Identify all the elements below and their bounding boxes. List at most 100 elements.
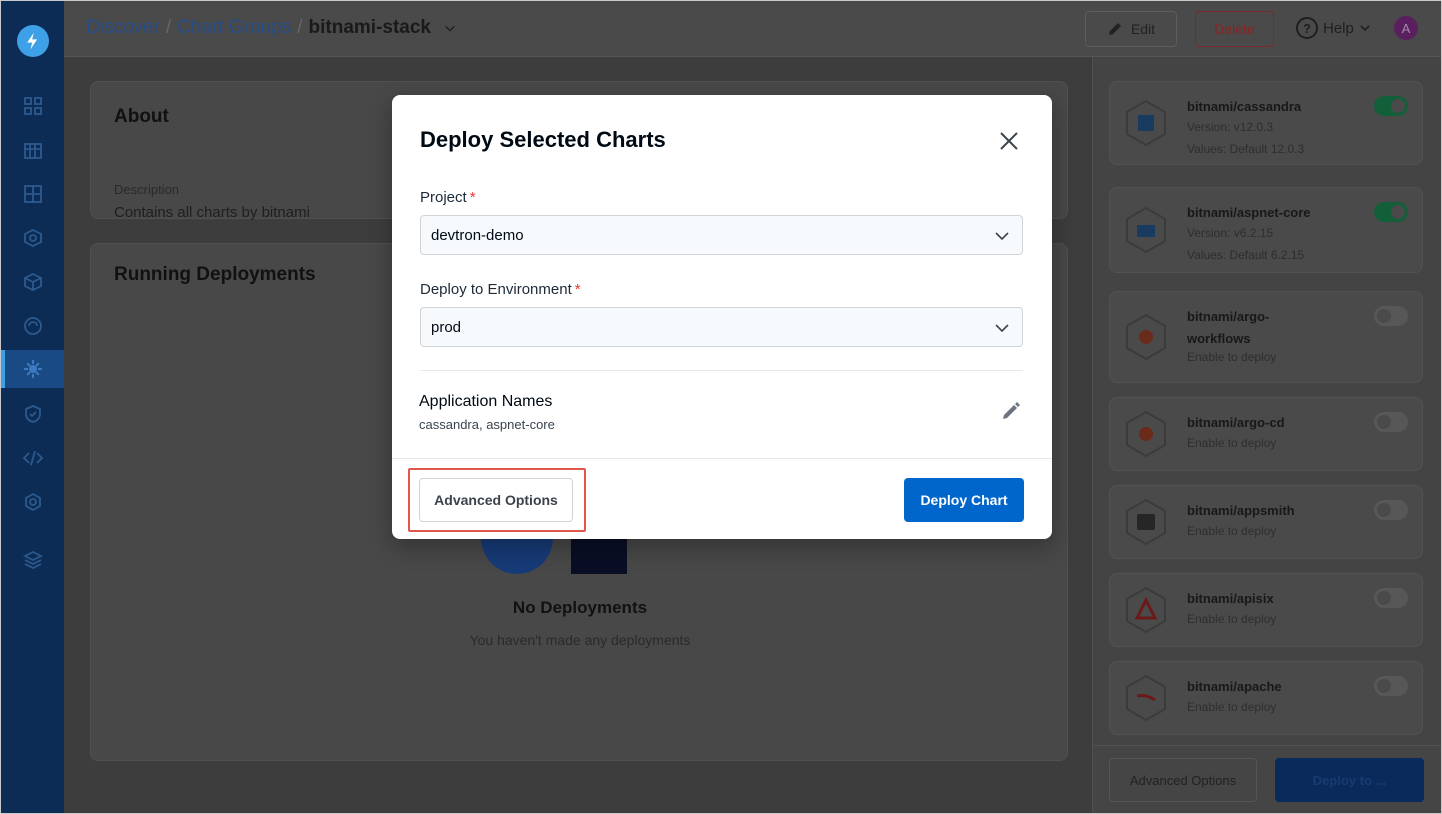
chart-enable-toggle[interactable] — [1374, 588, 1408, 608]
required-marker: * — [469, 189, 476, 206]
chevron-down-icon — [1360, 25, 1370, 32]
deploy-chart-button[interactable]: Deploy Chart — [904, 478, 1024, 522]
nav-code-icon[interactable] — [22, 447, 44, 469]
appsmith-icon — [1122, 496, 1170, 548]
help-icon: ? — [1296, 17, 1318, 39]
chart-hint: Enable to deploy — [1187, 524, 1277, 538]
application-names-value: cassandra, aspnet-core — [419, 417, 555, 432]
environment-select-value: prod — [431, 318, 462, 336]
chart-values[interactable]: Values: Default 6.2.15 — [1187, 248, 1304, 262]
argo-icon — [1122, 311, 1170, 363]
breadcrumb-chart-groups[interactable]: Chart Groups — [177, 17, 291, 39]
nav-charts-icon[interactable] — [22, 271, 44, 293]
delete-button-label: Delete — [1214, 21, 1255, 37]
chevron-down-icon — [995, 232, 1009, 241]
required-marker: * — [574, 281, 581, 298]
chart-enable-toggle[interactable] — [1374, 96, 1408, 116]
application-names-label: Application Names — [419, 393, 553, 410]
advanced-options-button[interactable]: Advanced Options — [419, 478, 573, 522]
breadcrumb-separator: / — [297, 17, 303, 38]
running-deployments-title: Running Deployments — [114, 264, 316, 285]
chart-card-argo-workflows[interactable]: bitnami/argo-workflows Enable to deploy — [1109, 291, 1423, 383]
nav-app-groups-icon[interactable] — [22, 183, 44, 205]
chart-name: bitnami/apisix — [1187, 591, 1274, 606]
chart-enable-toggle[interactable] — [1374, 202, 1408, 222]
project-label-text: Project — [420, 189, 467, 206]
delete-button[interactable]: Delete — [1195, 11, 1274, 47]
project-label: Project * — [420, 189, 476, 206]
chart-hint: Enable to deploy — [1187, 350, 1277, 364]
chart-version[interactable]: Version: v6.2.15 — [1187, 226, 1273, 240]
empty-state-subtitle: You haven't made any deployments — [469, 632, 691, 648]
chart-card-appsmith[interactable]: bitnami/appsmith Enable to deploy — [1109, 485, 1423, 559]
sidebar — [1, 1, 64, 813]
chart-card-cassandra[interactable]: bitnami/cassandra Version: v12.0.3 Value… — [1109, 81, 1423, 165]
pencil-icon[interactable] — [1000, 400, 1022, 422]
chart-name: bitnami/apache — [1187, 679, 1282, 694]
panel-footer: Advanced Options Deploy to ... — [1093, 745, 1441, 813]
breadcrumb-current: bitnami-stack — [308, 17, 431, 38]
modal-footer: Advanced Options Deploy Chart — [392, 458, 1052, 539]
chart-name: bitnami/cassandra — [1187, 99, 1302, 114]
chart-card-apache[interactable]: bitnami/apache Enable to deploy — [1109, 661, 1423, 735]
chart-enable-toggle[interactable] — [1374, 676, 1408, 696]
nav-apps-icon[interactable] — [22, 95, 44, 117]
selected-charts-panel: bitnami/cassandra Version: v12.0.3 Value… — [1092, 57, 1441, 813]
argo-icon — [1122, 408, 1170, 460]
edit-button-label: Edit — [1130, 21, 1156, 37]
app-window: Discover / Chart Groups / bitnami-stack … — [0, 0, 1442, 814]
panel-advanced-options-button[interactable]: Advanced Options — [1109, 758, 1257, 802]
nav-jobs-icon[interactable] — [22, 139, 44, 161]
environment-label-text: Deploy to Environment — [420, 281, 572, 298]
project-select[interactable]: devtron-demo — [420, 215, 1023, 255]
chart-hint: Enable to deploy — [1187, 436, 1277, 450]
nav-security-icon[interactable] — [22, 403, 44, 425]
chart-enable-toggle[interactable] — [1374, 500, 1408, 520]
chart-hint: Enable to deploy — [1187, 700, 1277, 714]
breadcrumb-discover[interactable]: Discover — [86, 17, 160, 39]
chevron-down-icon — [995, 324, 1009, 333]
chart-values[interactable]: Values: Default 12.0.3 — [1187, 142, 1304, 156]
panel-deploy-button[interactable]: Deploy to ... — [1275, 758, 1424, 802]
divider — [420, 370, 1023, 371]
nav-settings-icon[interactable] — [22, 358, 44, 380]
chart-name: bitnami/aspnet-core — [1187, 205, 1311, 220]
modal-title: Deploy Selected Charts — [420, 127, 666, 152]
cassandra-icon — [1122, 97, 1170, 149]
about-title: About — [114, 106, 169, 127]
deploy-selected-charts-modal: Deploy Selected Charts Project * devtron-… — [392, 95, 1052, 539]
breadcrumb: Discover / Chart Groups / bitnami-stack — [86, 17, 457, 39]
environment-label: Deploy to Environment * — [420, 281, 581, 298]
chart-enable-toggle[interactable] — [1374, 306, 1408, 326]
chart-hint: Enable to deploy — [1187, 612, 1277, 626]
nav-deployment-icon[interactable] — [22, 315, 44, 337]
description-value: Contains all charts by bitnami — [114, 204, 310, 221]
close-icon[interactable] — [998, 130, 1020, 152]
empty-state-title: No Deployments — [512, 598, 648, 617]
chart-card-aspnet-core[interactable]: bitnami/aspnet-core Version: v6.2.15 Val… — [1109, 187, 1423, 273]
briefcase-icon — [1122, 204, 1170, 256]
devtron-logo-icon[interactable] — [17, 25, 49, 57]
project-select-value: devtron-demo — [431, 226, 524, 244]
chart-name: bitnami/argo-cd — [1187, 415, 1285, 430]
nav-global-config-icon[interactable] — [22, 491, 44, 513]
nav-stack-icon[interactable] — [22, 549, 44, 571]
nav-resource-browser-icon[interactable] — [22, 227, 44, 249]
pencil-icon — [1108, 23, 1121, 35]
help-label: Help — [1323, 19, 1354, 37]
help-menu[interactable]: ? Help — [1296, 17, 1371, 39]
apache-icon — [1122, 672, 1170, 724]
chevron-down-icon[interactable] — [443, 21, 457, 35]
chart-name: bitnami/argo-workflows — [1187, 309, 1270, 346]
chart-enable-toggle[interactable] — [1374, 412, 1408, 432]
chart-card-argo-cd[interactable]: bitnami/argo-cd Enable to deploy — [1109, 397, 1423, 471]
apisix-icon — [1122, 584, 1170, 636]
avatar[interactable]: A — [1394, 16, 1418, 40]
description-label: Description — [114, 182, 180, 197]
chart-card-apisix[interactable]: bitnami/apisix Enable to deploy — [1109, 573, 1423, 647]
edit-button[interactable]: Edit — [1085, 11, 1177, 47]
chart-version[interactable]: Version: v12.0.3 — [1187, 120, 1273, 134]
chart-name: bitnami/appsmith — [1187, 503, 1295, 518]
breadcrumb-separator: / — [165, 17, 172, 38]
environment-select[interactable]: prod — [420, 307, 1023, 347]
